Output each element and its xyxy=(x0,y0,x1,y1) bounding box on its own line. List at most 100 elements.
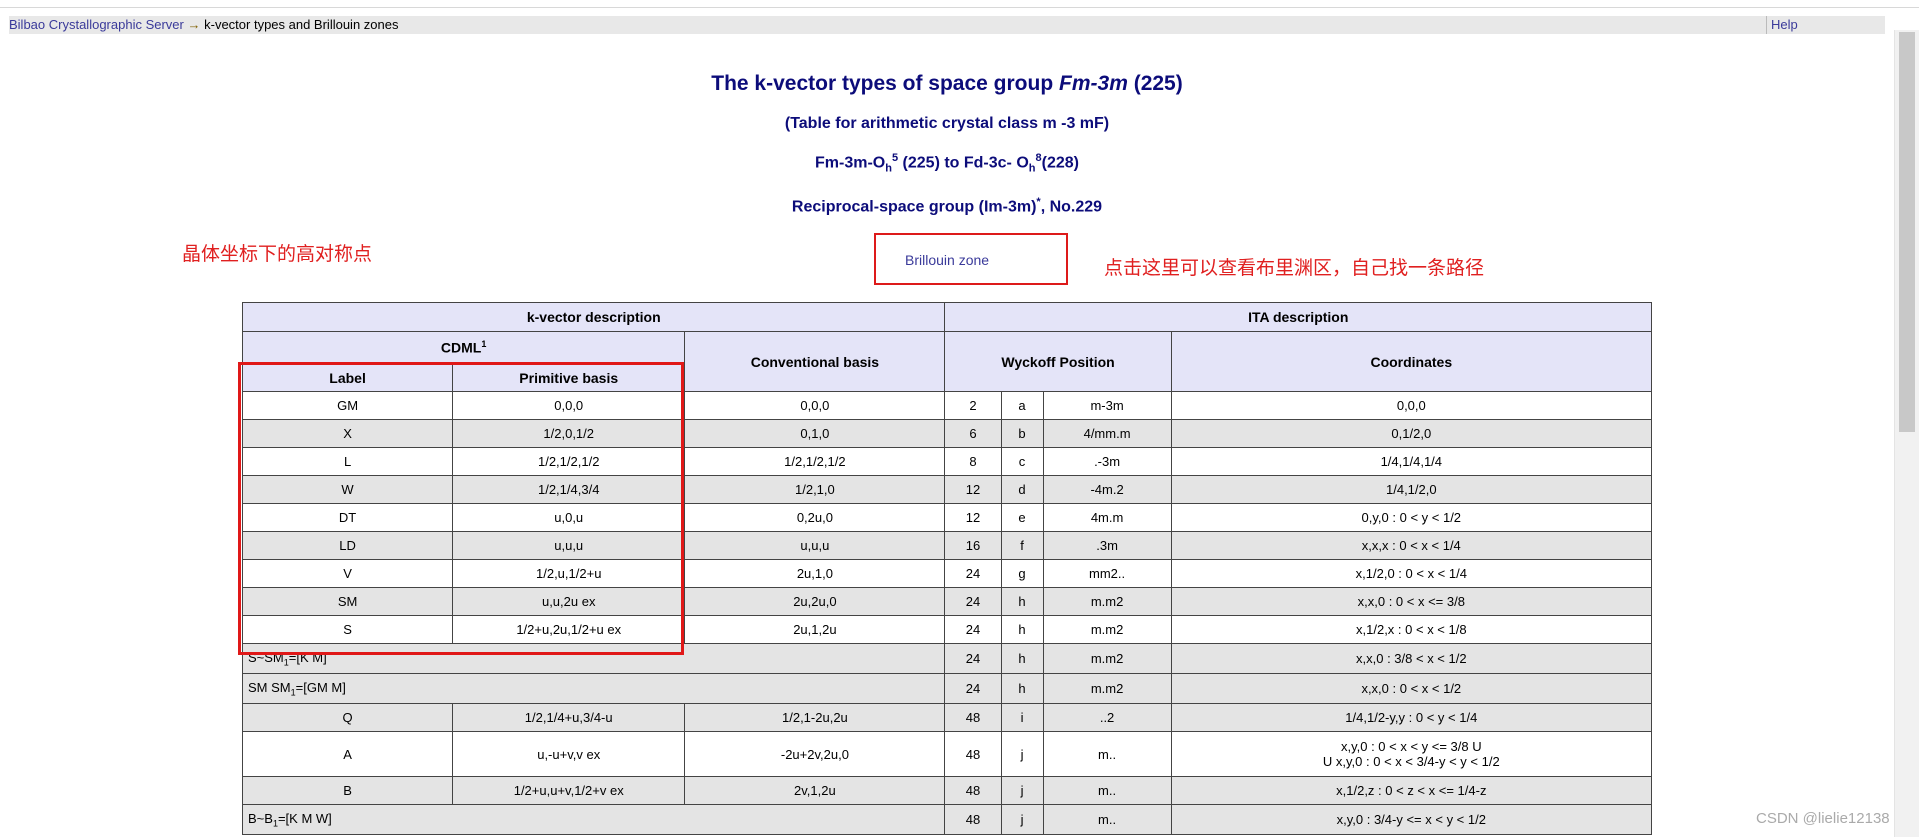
wyckoff-letter-cell: a xyxy=(1000,391,1044,420)
current-page-label: k-vector types and Brillouin zones xyxy=(204,17,399,32)
coordinates-text: 1/4,1/2-y,y : 0 < y < 1/4 xyxy=(1345,710,1478,725)
scrollbar-thumb[interactable] xyxy=(1899,32,1915,432)
reciprocal-space-group: Reciprocal-space group (Im-3m)*, No.229 xyxy=(0,196,1894,216)
wyckoff-letter-cell: h xyxy=(1000,615,1044,644)
multiplicity-cell: 24 xyxy=(944,615,1002,644)
coordinates-cell: 0,y,0 : 0 < y < 1/2 xyxy=(1170,503,1653,532)
site-symmetry-cell: m.. xyxy=(1042,731,1172,777)
conventional-basis-cell: 1/2,1/2,1/2 xyxy=(684,447,946,476)
conventional-basis-cell: u,u,u xyxy=(684,531,946,560)
coordinates-text: x,x,x : 0 < x < 1/4 xyxy=(1361,538,1461,553)
primitive-basis-cell: 1/2,1/4,3/4 xyxy=(452,475,686,504)
coordinates-text: x,1/2,x : 0 < x < 1/8 xyxy=(1356,622,1467,637)
k-vector-table: k-vector description ITA description CDM… xyxy=(241,302,1653,835)
coordinates-text: x,y,0 : 0 < x < y <= 3/8 U xyxy=(1340,739,1482,754)
primitive-basis-cell: 1/2,u,1/2+u xyxy=(452,559,686,588)
site-symmetry-cell: m.. xyxy=(1042,776,1172,805)
label-cell: SM xyxy=(241,587,454,616)
multiplicity-cell: 16 xyxy=(944,531,1002,560)
wyckoff-letter-cell: i xyxy=(1000,703,1044,732)
primitive-basis-cell: 1/2,0,1/2 xyxy=(452,419,686,448)
help-link[interactable]: Help xyxy=(1771,16,1798,34)
wyckoff-letter-cell: b xyxy=(1000,419,1044,448)
coordinates-cell: x,y,0 : 0 < x < y <= 3/8 UU x,y,0 : 0 < … xyxy=(1170,731,1653,777)
site-symmetry-cell: -4m.2 xyxy=(1042,475,1172,504)
label-cell: X xyxy=(241,419,454,448)
table-row: LD u,u,u u,u,u 16 f .3m x,x,x : 0 < x < 1/4 xyxy=(241,531,1653,560)
coordinates-text: x,x,0 : 3/8 < x < 1/2 xyxy=(1356,651,1467,666)
wyckoff-letter-cell: j xyxy=(1000,731,1044,777)
wyckoff-letter-cell: g xyxy=(1000,559,1044,588)
kvector-description-header: k-vector description xyxy=(241,302,946,332)
coordinates-cell: 1/4,1/2,0 xyxy=(1170,475,1653,504)
multiplicity-cell: 24 xyxy=(944,643,1002,674)
table-row: B~B1=[K M W] 48 j m.. x,y,0 : 3/4-y <= x < y… xyxy=(241,804,1653,835)
coordinates-text: 1/4,1/4,1/4 xyxy=(1380,454,1443,469)
table-row: Au,-u+v,v ex -2u+2v,2u,0 48 j m.. x,y,0 : 0 <… xyxy=(241,731,1653,777)
combined-label-text: B~B xyxy=(248,810,273,826)
combined-label-tail: =[GM M] xyxy=(295,679,346,695)
coordinates-text: 1/4,1/2,0 xyxy=(1386,482,1437,497)
coordinates-cell: x,y,0 : 3/4-y <= x < y < 1/2 xyxy=(1170,804,1653,835)
table-row: S 1/2+u,2u,1/2+u ex 2u,1,2u 24 h m.m2 x,1/2,x … xyxy=(241,615,1653,644)
multiplicity-cell: 6 xyxy=(944,419,1002,448)
server-home-link[interactable]: Bilbao Crystallographic Server xyxy=(9,17,184,32)
table-row: DT u,0,u 0,2u,0 12 e 4m.m 0,y,0 : 0 < y < 1/2 xyxy=(241,503,1653,532)
coordinates-text: x,1/2,z : 0 < z < x <= 1/4-z xyxy=(1336,783,1487,798)
coordinates-text: x,x,0 : 0 < x <= 3/8 xyxy=(1357,594,1465,609)
multiplicity-cell: 24 xyxy=(944,587,1002,616)
multiplicity-cell: 48 xyxy=(944,804,1002,835)
table-row: GM 0,0,0 0,0,0 2 a m-3m 0,0,0 xyxy=(241,391,1653,420)
conventional-basis-cell: 2v,1,2u xyxy=(684,776,946,805)
conventional-basis-cell: 1/2,1-2u,2u xyxy=(684,703,946,732)
primitive-basis-cell: 1/2,1/2,1/2 xyxy=(452,447,686,476)
wyckoff-letter-cell: h xyxy=(1000,587,1044,616)
site-symmetry-cell: ..2 xyxy=(1042,703,1172,732)
top-border xyxy=(0,7,1919,8)
conventional-basis-cell: 1/2,1,0 xyxy=(684,475,946,504)
vertical-scrollbar[interactable] xyxy=(1894,30,1919,837)
space-group-range: Fm-3m-Oh5 (225) to Fd-3c- Oh8(228) xyxy=(0,152,1894,175)
site-symmetry-cell: 4/mm.m xyxy=(1042,419,1172,448)
primitive-basis-cell: u,0,u xyxy=(452,503,686,532)
coordinates-text: 0,y,0 : 0 < y < 1/2 xyxy=(1361,510,1462,525)
brillouin-zone-link[interactable]: Brillouin zone xyxy=(905,252,989,268)
range-middle: (225) to Fd-3c- O xyxy=(898,154,1029,172)
site-symmetry-cell: m.m2 xyxy=(1042,673,1172,704)
range-start: Fm-3m-O xyxy=(815,154,886,172)
coordinates-cell: 0,1/2,0 xyxy=(1170,419,1653,448)
conventional-basis-cell: -2u+2v,2u,0 xyxy=(684,731,946,777)
label-header: Label xyxy=(241,363,454,392)
combined-label-text: S~SM xyxy=(248,649,284,665)
combined-label-text: SM SM xyxy=(248,679,291,695)
coordinates-cell: x,x,x : 0 < x < 1/4 xyxy=(1170,531,1653,560)
coordinates-header: Coordinates xyxy=(1170,331,1653,392)
multiplicity-cell: 48 xyxy=(944,776,1002,805)
multiplicity-cell: 8 xyxy=(944,447,1002,476)
conventional-basis-cell: 2u,2u,0 xyxy=(684,587,946,616)
site-symmetry-cell: m-3m xyxy=(1042,391,1172,420)
coordinates-text: 0,1/2,0 xyxy=(1391,426,1432,441)
title-suffix: (225) xyxy=(1127,72,1183,95)
wyckoff-letter-cell: c xyxy=(1000,447,1044,476)
cdml-footnote: 1 xyxy=(481,339,487,350)
coordinates-cell: x,x,0 : 0 < x <= 3/8 xyxy=(1170,587,1653,616)
reciprocal-group-number: , No.229 xyxy=(1040,198,1103,216)
coordinates-cell: 1/4,1/2-y,y : 0 < y < 1/4 xyxy=(1170,703,1653,732)
conventional-basis-cell: 2u,1,0 xyxy=(684,559,946,588)
watermark: CSDN @lielie12138 xyxy=(1756,810,1890,827)
label-cell: DT xyxy=(241,503,454,532)
conventional-basis-cell: 0,0,0 xyxy=(684,391,946,420)
multiplicity-cell: 12 xyxy=(944,475,1002,504)
table-row: S~SM1=[K M] 24 h m.m2 x,x,0 : 3/8 < x < 1/2 xyxy=(241,643,1653,674)
page-title: The k-vector types of space group Fm-3m … xyxy=(0,72,1894,96)
site-symmetry-cell: m.. xyxy=(1042,804,1172,835)
combined-label-cell: SM SM1=[GM M] xyxy=(241,673,946,704)
title-space-group: Fm-3m xyxy=(1059,72,1128,95)
coordinates-text: x,y,0 : 3/4-y <= x < y < 1/2 xyxy=(1336,812,1486,827)
navigation-bar: Bilbao Crystallographic Server → k-vecto… xyxy=(9,16,1885,34)
annotation-high-symmetry-points: 晶体坐标下的高对称点 xyxy=(182,243,373,265)
primitive-basis-cell: u,-u+v,v ex xyxy=(452,731,686,777)
site-symmetry-cell: m.m2 xyxy=(1042,615,1172,644)
primitive-basis-cell: u,u,u xyxy=(452,531,686,560)
